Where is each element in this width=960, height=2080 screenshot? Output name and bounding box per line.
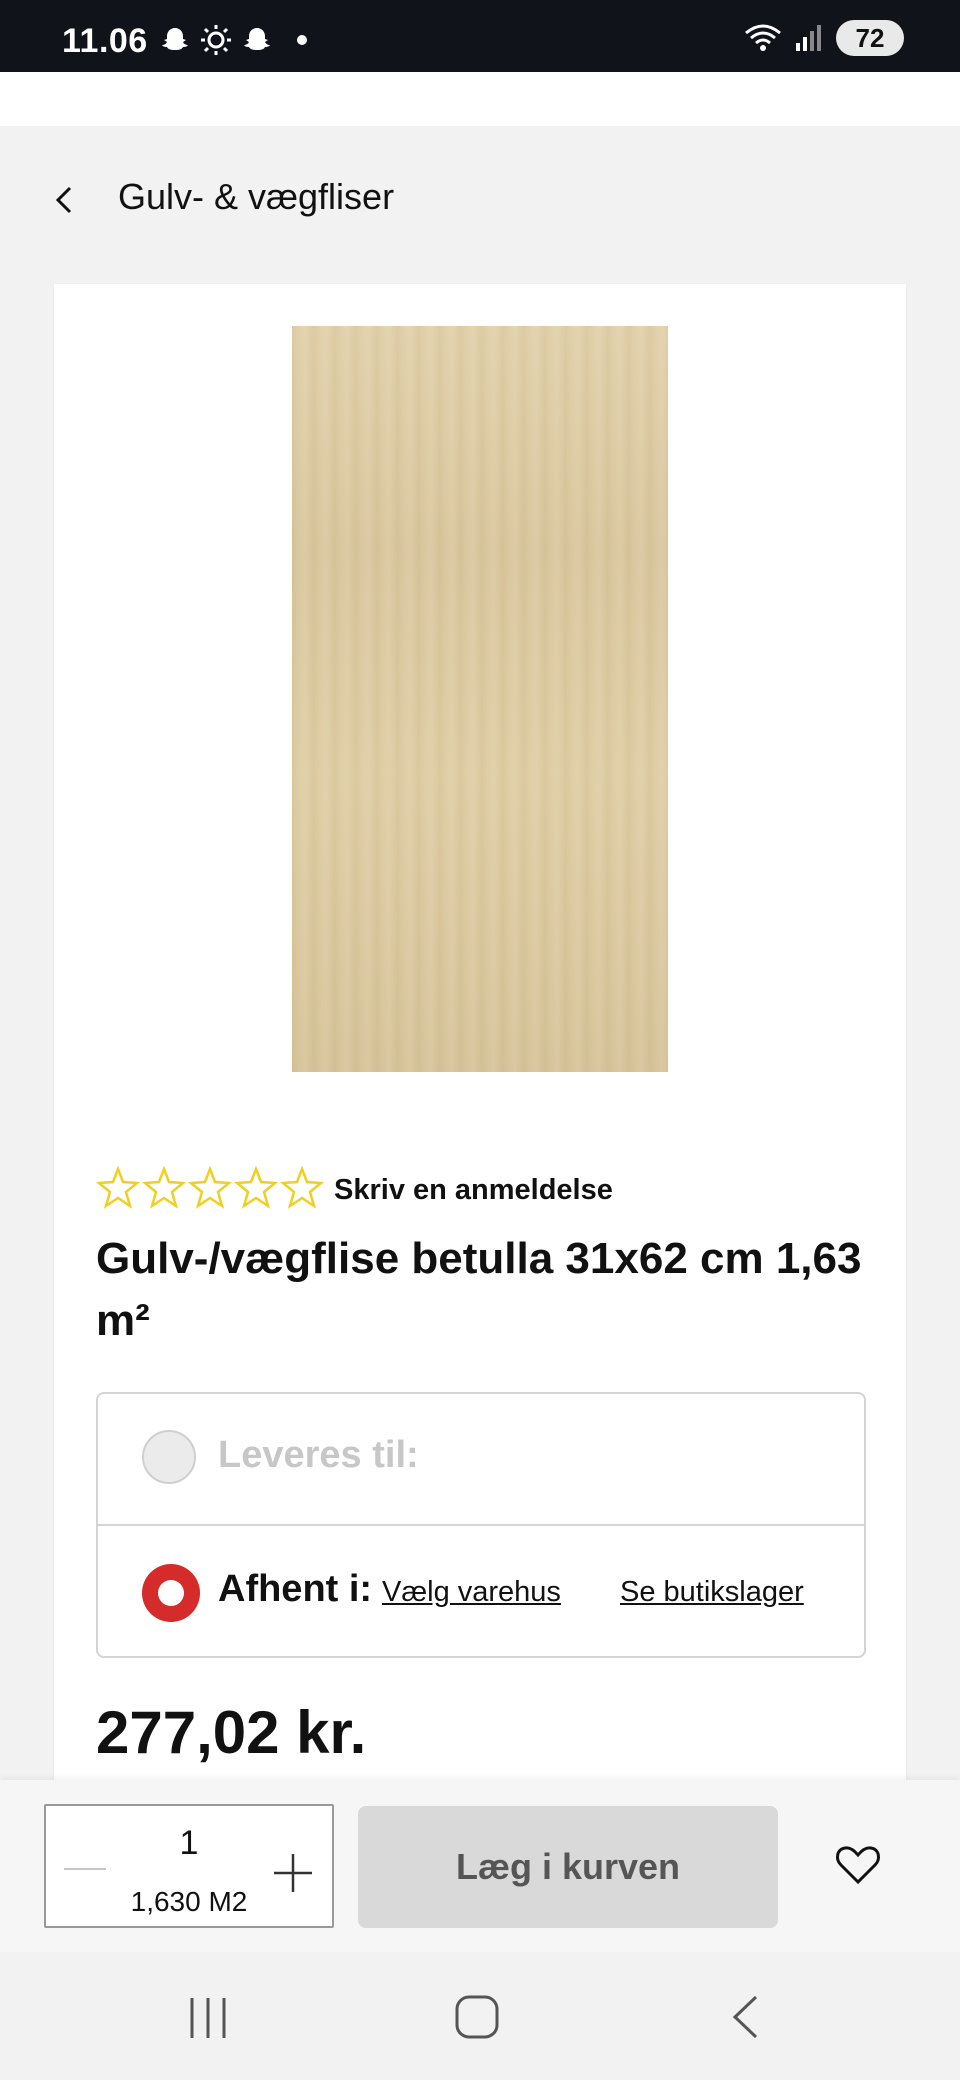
star-outline-icon [188, 1166, 232, 1209]
system-icons: 72 [744, 20, 904, 56]
breadcrumb-category[interactable]: Gulv- & vægfliser [118, 176, 394, 218]
radio-ship[interactable] [142, 1430, 196, 1484]
ship-label: Leveres til: [218, 1434, 419, 1476]
brightness-icon [201, 25, 231, 55]
star-outline-icon [280, 1166, 324, 1209]
star-outline-icon [142, 1166, 186, 1209]
back-icon[interactable] [730, 1994, 760, 2040]
header-band [0, 72, 960, 126]
star-outline-icon [234, 1166, 278, 1209]
product-price: 277,02 kr. [96, 1699, 367, 1766]
choose-store-link[interactable]: Vælg varehus [382, 1576, 561, 1609]
snapchat-icon [244, 28, 270, 50]
recents-icon[interactable] [186, 1996, 230, 2040]
pickup-label: Afhent i: [218, 1568, 373, 1610]
header-edge [54, 72, 906, 80]
write-review-link[interactable]: Skriv en anmeldelse [334, 1174, 613, 1207]
battery-icon: 72 [836, 20, 904, 56]
increase-quantity-button[interactable] [272, 1852, 314, 1894]
back-chevron-icon[interactable] [52, 182, 76, 218]
product-image[interactable] [292, 326, 668, 1072]
notification-icons [160, 24, 312, 56]
battery-level: 72 [855, 22, 885, 53]
heart-icon[interactable] [834, 1840, 882, 1888]
radio-pickup[interactable] [142, 1564, 200, 1622]
dot-icon [297, 35, 307, 45]
product-title: Gulv-/vægflise betulla 31x62 cm 1,63 m² [96, 1234, 862, 1345]
status-time: 11.06 [62, 22, 148, 60]
status-bar: 11.06 72 [0, 0, 960, 72]
delivery-option-ship[interactable]: Leveres til: [98, 1394, 864, 1526]
rating-stars[interactable] [96, 1166, 324, 1210]
signal-icon [796, 25, 821, 51]
snapchat-icon [162, 28, 188, 50]
add-to-cart-button[interactable]: Læg i kurven [358, 1806, 778, 1928]
delivery-option-pickup[interactable]: Afhent i: Vælg varehus Se butikslager [98, 1526, 864, 1656]
home-icon[interactable] [454, 1994, 500, 2040]
delivery-options: Leveres til: Afhent i: Vælg varehus Se b… [96, 1392, 866, 1658]
wifi-icon [745, 24, 781, 51]
store-stock-link[interactable]: Se butikslager [620, 1576, 804, 1609]
star-outline-icon [96, 1166, 140, 1209]
quantity-stepper: 1 1,630 M2 [44, 1804, 334, 1928]
